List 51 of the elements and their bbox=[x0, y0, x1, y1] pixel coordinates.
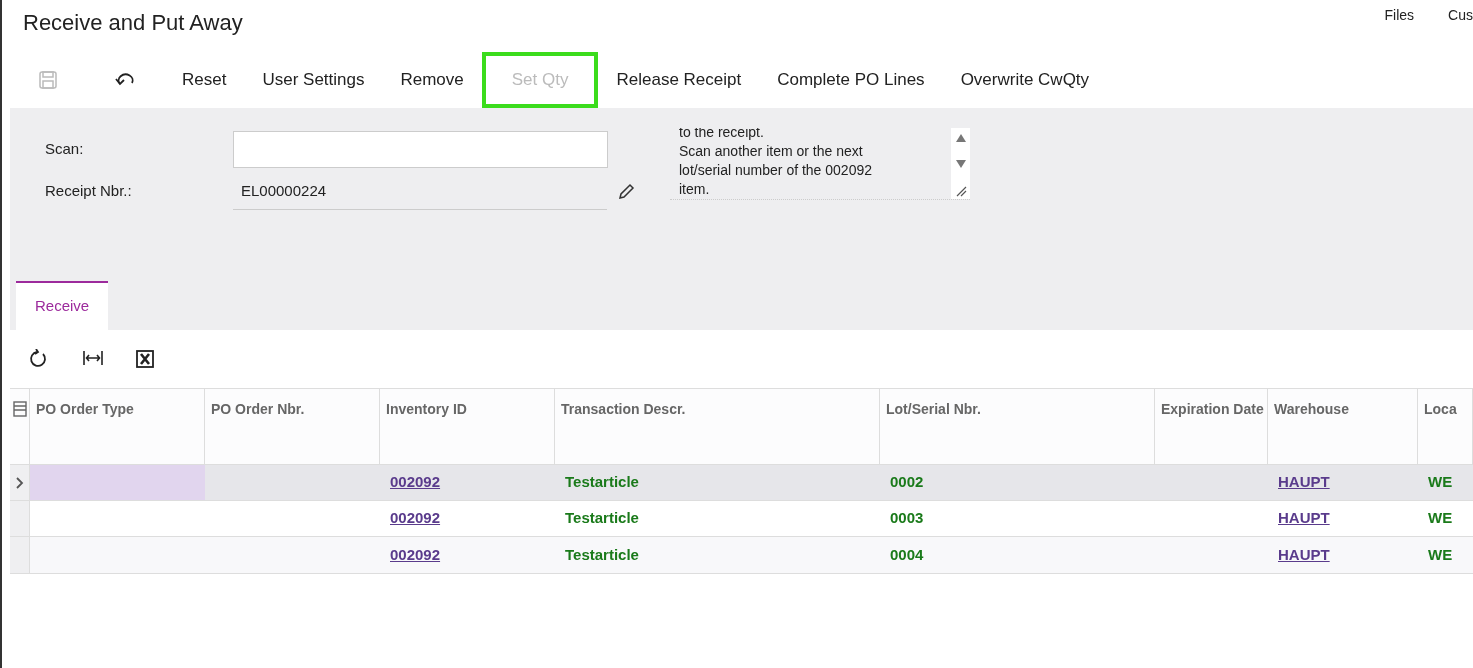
table-row[interactable]: 002092 Testarticle 0003 HAUPT WE bbox=[10, 501, 1473, 537]
save-icon bbox=[38, 70, 58, 90]
toolbar-button[interactable]: Remove bbox=[382, 52, 482, 108]
table-cell-text: WE bbox=[1428, 508, 1453, 529]
up-arrow-icon bbox=[955, 134, 966, 142]
table-row[interactable]: 002092 Testarticle 0002 HAUPT WE bbox=[10, 465, 1473, 501]
table-cell-text: WE bbox=[1428, 544, 1453, 565]
column-header[interactable]: Warehouse bbox=[1268, 389, 1418, 464]
table-cell-text: 0003 bbox=[890, 508, 924, 529]
scan-field[interactable] bbox=[233, 131, 608, 168]
scrollbar[interactable] bbox=[951, 128, 970, 199]
column-chooser-icon bbox=[13, 401, 27, 417]
column-header[interactable]: Transaction Descr. bbox=[555, 389, 880, 464]
table-link[interactable]: HAUPT bbox=[1278, 543, 1330, 567]
chevron-right-icon bbox=[15, 476, 24, 489]
column-header[interactable]: PO Order Nbr. bbox=[205, 389, 380, 464]
excel-export-icon bbox=[135, 349, 157, 369]
toolbar-button[interactable]: Complete PO Lines bbox=[759, 52, 943, 108]
table-link[interactable]: 002092 bbox=[390, 543, 441, 567]
top-link[interactable]: Cus bbox=[1448, 5, 1473, 26]
table-cell-text: Testarticle bbox=[565, 508, 639, 529]
table-link[interactable]: 002092 bbox=[390, 507, 441, 530]
table-cell-text: 0004 bbox=[890, 544, 924, 565]
column-header[interactable]: Expiration Date bbox=[1155, 389, 1268, 464]
table-cell-text: WE bbox=[1428, 472, 1453, 493]
field-label: Receipt Nbr.: bbox=[45, 181, 133, 202]
resize-grip-icon bbox=[954, 185, 967, 197]
toolbar-button[interactable]: Overwrite CwQty bbox=[942, 52, 1108, 108]
column-header[interactable]: Loca bbox=[1418, 389, 1473, 464]
receipt-number-field[interactable]: EL00000224 bbox=[233, 173, 607, 210]
export-button[interactable] bbox=[135, 349, 157, 369]
column-header[interactable]: Inventory ID bbox=[380, 389, 555, 464]
toolbar-button[interactable]: User Settings bbox=[244, 52, 383, 108]
toolbar-button[interactable]: Reset bbox=[164, 52, 245, 108]
down-arrow-icon bbox=[955, 159, 966, 168]
table-cell-text: Testarticle bbox=[565, 472, 639, 493]
window-title: Receive and Put Away bbox=[23, 9, 243, 37]
table-cell-text: 0002 bbox=[890, 472, 924, 493]
table-row[interactable]: 002092 Testarticle 0004 HAUPT WE bbox=[10, 537, 1473, 573]
pencil-icon[interactable] bbox=[617, 182, 635, 201]
table-link[interactable]: 002092 bbox=[390, 471, 441, 494]
table-link[interactable]: HAUPT bbox=[1278, 471, 1330, 494]
table-cell-text: Testarticle bbox=[565, 544, 639, 565]
field-label: Scan: bbox=[45, 139, 85, 160]
table-link[interactable]: HAUPT bbox=[1278, 507, 1330, 530]
row-selector[interactable] bbox=[10, 465, 30, 500]
tab[interactable]: Receive bbox=[16, 281, 109, 330]
toolbar-button[interactable]: Release Receipt bbox=[598, 52, 760, 108]
column-header[interactable]: PO Order Type bbox=[30, 389, 205, 464]
top-link[interactable]: Files bbox=[1384, 5, 1415, 26]
column-header[interactable]: Lot/Serial Nbr. bbox=[880, 389, 1155, 464]
